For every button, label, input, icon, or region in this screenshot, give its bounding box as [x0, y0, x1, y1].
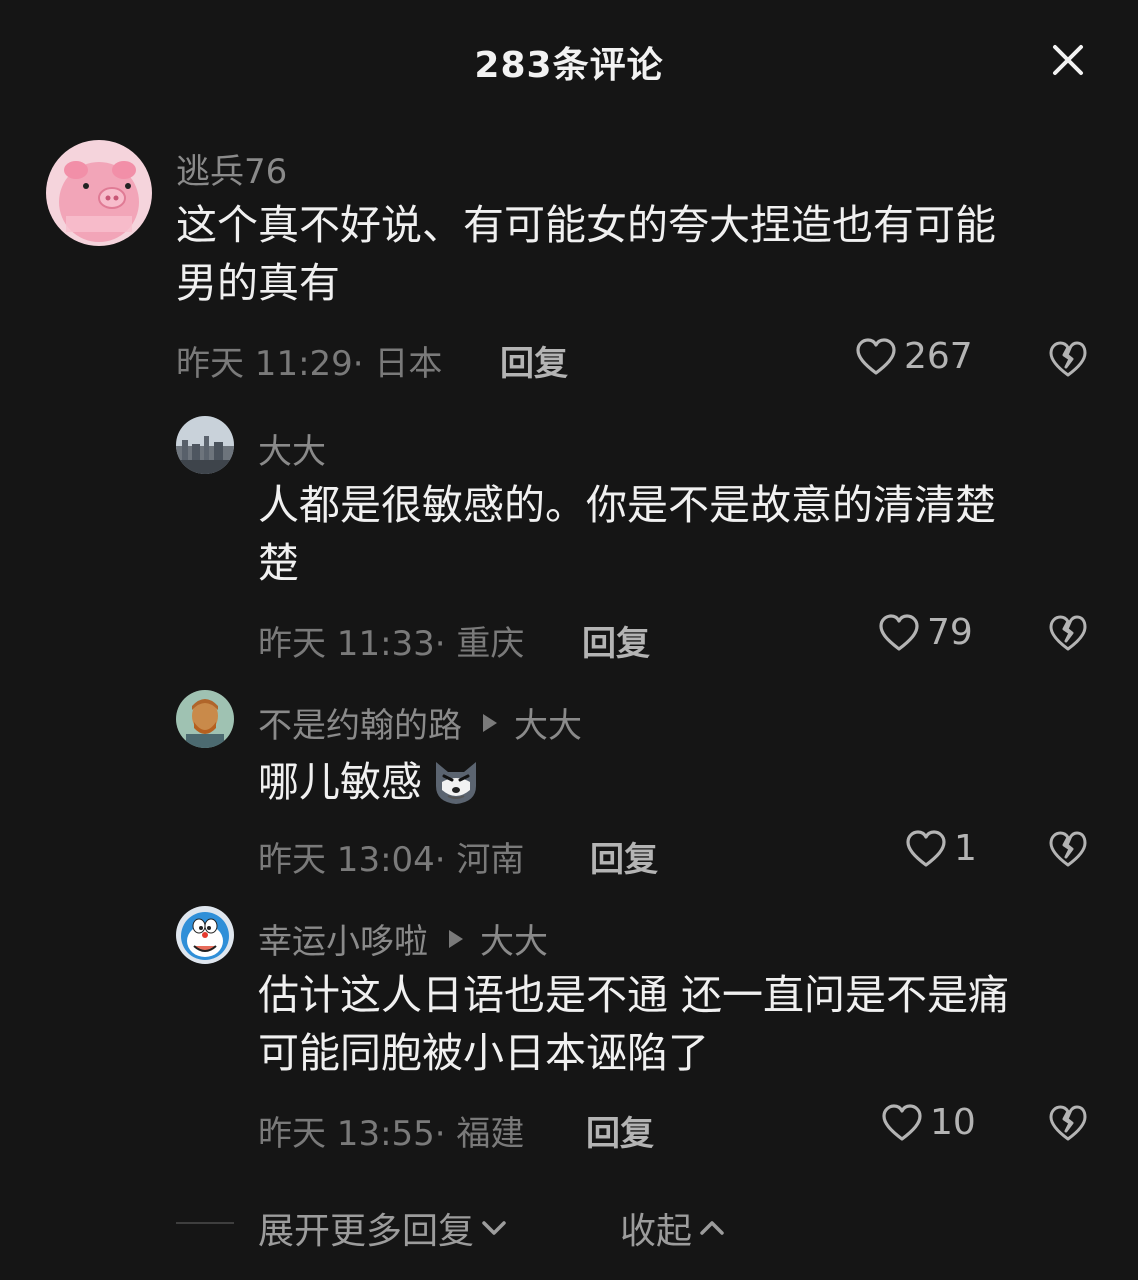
heart-icon	[906, 829, 946, 867]
like-button[interactable]: 267	[854, 336, 973, 377]
broken-heart-icon	[1049, 341, 1087, 377]
heart-icon	[882, 1103, 922, 1141]
content-line: 男的真有	[176, 259, 340, 307]
user-avatar[interactable]	[176, 416, 234, 474]
comment-content: 估计这人日语也是不通 还一直问是不是痛 可能同胞被小日本诬陷了	[258, 966, 1009, 1082]
comments-header: 283条评论	[0, 0, 1138, 118]
comment-time-location: 昨天 13:04· 河南	[258, 840, 525, 880]
comment-username[interactable]: 逃兵76	[176, 144, 287, 193]
comments-count-title: 283条评论	[474, 45, 664, 86]
reply-to-arrow-icon	[480, 711, 500, 735]
collapse-label: 收起	[620, 1211, 693, 1252]
reply-button[interactable]: 回复	[500, 336, 568, 385]
content-text: 哪儿敏感	[258, 758, 422, 806]
content-line: 楚	[258, 539, 299, 587]
broken-heart-icon	[1049, 1105, 1087, 1141]
comment-username[interactable]: 大大	[258, 424, 326, 473]
wolf-face-emoji-icon	[428, 752, 484, 808]
doraemon-avatar-icon	[176, 906, 234, 964]
broken-heart-icon	[1049, 831, 1087, 867]
city-skyline-avatar-icon	[176, 416, 234, 474]
comment-content: 人都是很敏感的。你是不是故意的清清楚 楚	[258, 476, 996, 592]
heart-icon	[879, 613, 919, 651]
chevron-up-icon	[700, 1221, 724, 1235]
comment-content: 这个真不好说、有可能女的夸大捏造也有可能 男的真有	[176, 196, 996, 312]
like-count: 79	[927, 612, 973, 653]
reply-to-username[interactable]: 大大	[514, 698, 582, 747]
content-line: 人都是很敏感的。你是不是故意的清清楚	[258, 481, 996, 529]
expand-label: 展开更多回复	[258, 1211, 475, 1252]
comment-username[interactable]: 不是约翰的路	[258, 698, 462, 747]
content-line: 估计这人日语也是不通 还一直问是不是痛	[258, 971, 1010, 1019]
comment-username[interactable]: 幸运小哆啦	[258, 914, 428, 963]
user-avatar[interactable]	[46, 140, 152, 246]
comment-time-location: 昨天 11:29· 日本	[176, 344, 443, 384]
user-avatar[interactable]	[176, 906, 234, 964]
like-button[interactable]: 79	[877, 612, 973, 653]
reply-button[interactable]: 回复	[582, 616, 650, 665]
like-count: 10	[930, 1102, 976, 1143]
close-button[interactable]	[1046, 38, 1090, 82]
dislike-button[interactable]	[1047, 612, 1089, 654]
broken-heart-icon	[1049, 615, 1087, 651]
content-line: 可能同胞被小日本诬陷了	[258, 1029, 709, 1077]
dislike-button[interactable]	[1047, 338, 1089, 380]
content-line: 这个真不好说、有可能女的夸大捏造也有可能	[176, 201, 996, 249]
like-button[interactable]: 1	[904, 828, 977, 869]
collapse-replies-button[interactable]: 收起	[620, 1202, 728, 1254]
like-button[interactable]: 10	[880, 1102, 976, 1143]
expand-more-replies-button[interactable]: 展开更多回复	[258, 1202, 510, 1254]
comment-content: 哪儿敏感	[258, 752, 484, 811]
reply-button[interactable]: 回复	[586, 1106, 654, 1155]
reply-to-arrow-icon	[446, 927, 466, 951]
footer-divider	[176, 1222, 234, 1224]
dislike-button[interactable]	[1047, 828, 1089, 870]
reply-to-username[interactable]: 大大	[480, 914, 548, 963]
comment-time-location: 昨天 11:33· 重庆	[258, 624, 525, 664]
close-icon	[1053, 45, 1083, 75]
comment-time-location: 昨天 13:55· 福建	[258, 1114, 525, 1154]
portrait-painting-avatar-icon	[176, 690, 234, 748]
user-avatar[interactable]	[176, 690, 234, 748]
dislike-button[interactable]	[1047, 1102, 1089, 1144]
comment-username-row: 不是约翰的路 大大	[258, 698, 582, 747]
like-count: 267	[904, 336, 973, 377]
like-count: 1	[954, 828, 977, 869]
reply-button[interactable]: 回复	[590, 832, 658, 881]
pink-pig-avatar-icon	[46, 140, 152, 246]
comment-username-row: 幸运小哆啦 大大	[258, 914, 548, 963]
heart-icon	[856, 337, 896, 375]
chevron-down-icon	[482, 1221, 506, 1235]
